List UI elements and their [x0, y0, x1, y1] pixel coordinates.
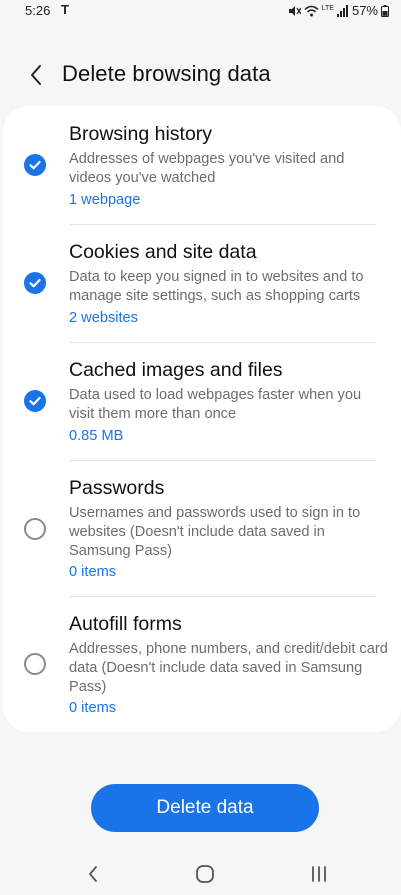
nav-recents-button[interactable]	[304, 861, 334, 887]
checkbox-cookies-site-data[interactable]	[24, 272, 46, 294]
option-count: 0 items	[69, 700, 117, 716]
option-autofill-forms[interactable]: Autofill forms Addresses, phone numbers,…	[3, 596, 401, 732]
nav-back-button[interactable]	[78, 861, 108, 887]
status-time: 5:26	[25, 3, 51, 18]
status-bar: 5:26 T LTE 57%	[0, 0, 401, 22]
battery-icon	[381, 4, 389, 17]
option-description: Data used to load webpages faster when y…	[69, 387, 362, 422]
option-description: Usernames and passwords used to sign in …	[69, 505, 361, 559]
page-title: Delete browsing data	[62, 61, 271, 86]
carrier-icon: T	[61, 2, 69, 17]
nav-home-icon	[196, 865, 214, 883]
option-count: 2 websites	[69, 310, 138, 326]
option-title: Cookies and site data	[69, 241, 257, 263]
check-icon	[29, 160, 41, 170]
option-cookies-site-data[interactable]: Cookies and site data Data to keep you s…	[3, 224, 401, 342]
option-count: 1 webpage	[69, 192, 141, 208]
mute-icon	[288, 5, 301, 17]
lte-icon: LTE	[321, 5, 334, 12]
status-icons: LTE 57%	[288, 3, 389, 18]
checkbox-autofill-forms[interactable]	[24, 653, 46, 675]
checkbox-cached-images[interactable]	[24, 390, 46, 412]
nav-home-button[interactable]	[190, 861, 220, 887]
back-arrow-icon	[31, 65, 41, 85]
navigation-bar	[0, 855, 401, 895]
option-count: 0 items	[69, 564, 117, 580]
wifi-icon	[304, 5, 319, 17]
delete-data-button[interactable]: Delete data	[91, 784, 319, 832]
option-passwords[interactable]: Passwords Usernames and passwords used t…	[3, 460, 401, 596]
option-description: Data to keep you signed in to websites a…	[69, 269, 364, 304]
battery-text: 57%	[351, 3, 378, 18]
checkbox-browsing-history[interactable]	[24, 154, 46, 176]
option-title: Passwords	[69, 477, 165, 499]
signal-icon	[336, 4, 349, 17]
check-icon	[29, 278, 41, 288]
nav-recents-icon	[312, 866, 326, 882]
option-browsing-history[interactable]: Browsing history Addresses of webpages y…	[3, 106, 401, 224]
option-description: Addresses, phone numbers, and credit/deb…	[69, 641, 388, 695]
checkbox-passwords[interactable]	[24, 518, 46, 540]
option-count: 0.85 MB	[69, 428, 124, 444]
option-title: Autofill forms	[69, 613, 182, 635]
header: Delete browsing data	[0, 55, 401, 95]
option-title: Browsing history	[69, 123, 213, 145]
option-description: Addresses of webpages you've visited and…	[69, 151, 345, 186]
options-card: Browsing history Addresses of webpages y…	[3, 106, 401, 732]
back-button[interactable]	[22, 61, 50, 89]
option-cached-images[interactable]: Cached images and files Data used to loa…	[3, 342, 401, 460]
screen: 5:26 T LTE 57% Delete browsing data Brow…	[0, 0, 401, 895]
nav-back-icon	[89, 866, 97, 882]
check-icon	[29, 396, 41, 406]
option-title: Cached images and files	[69, 359, 283, 381]
